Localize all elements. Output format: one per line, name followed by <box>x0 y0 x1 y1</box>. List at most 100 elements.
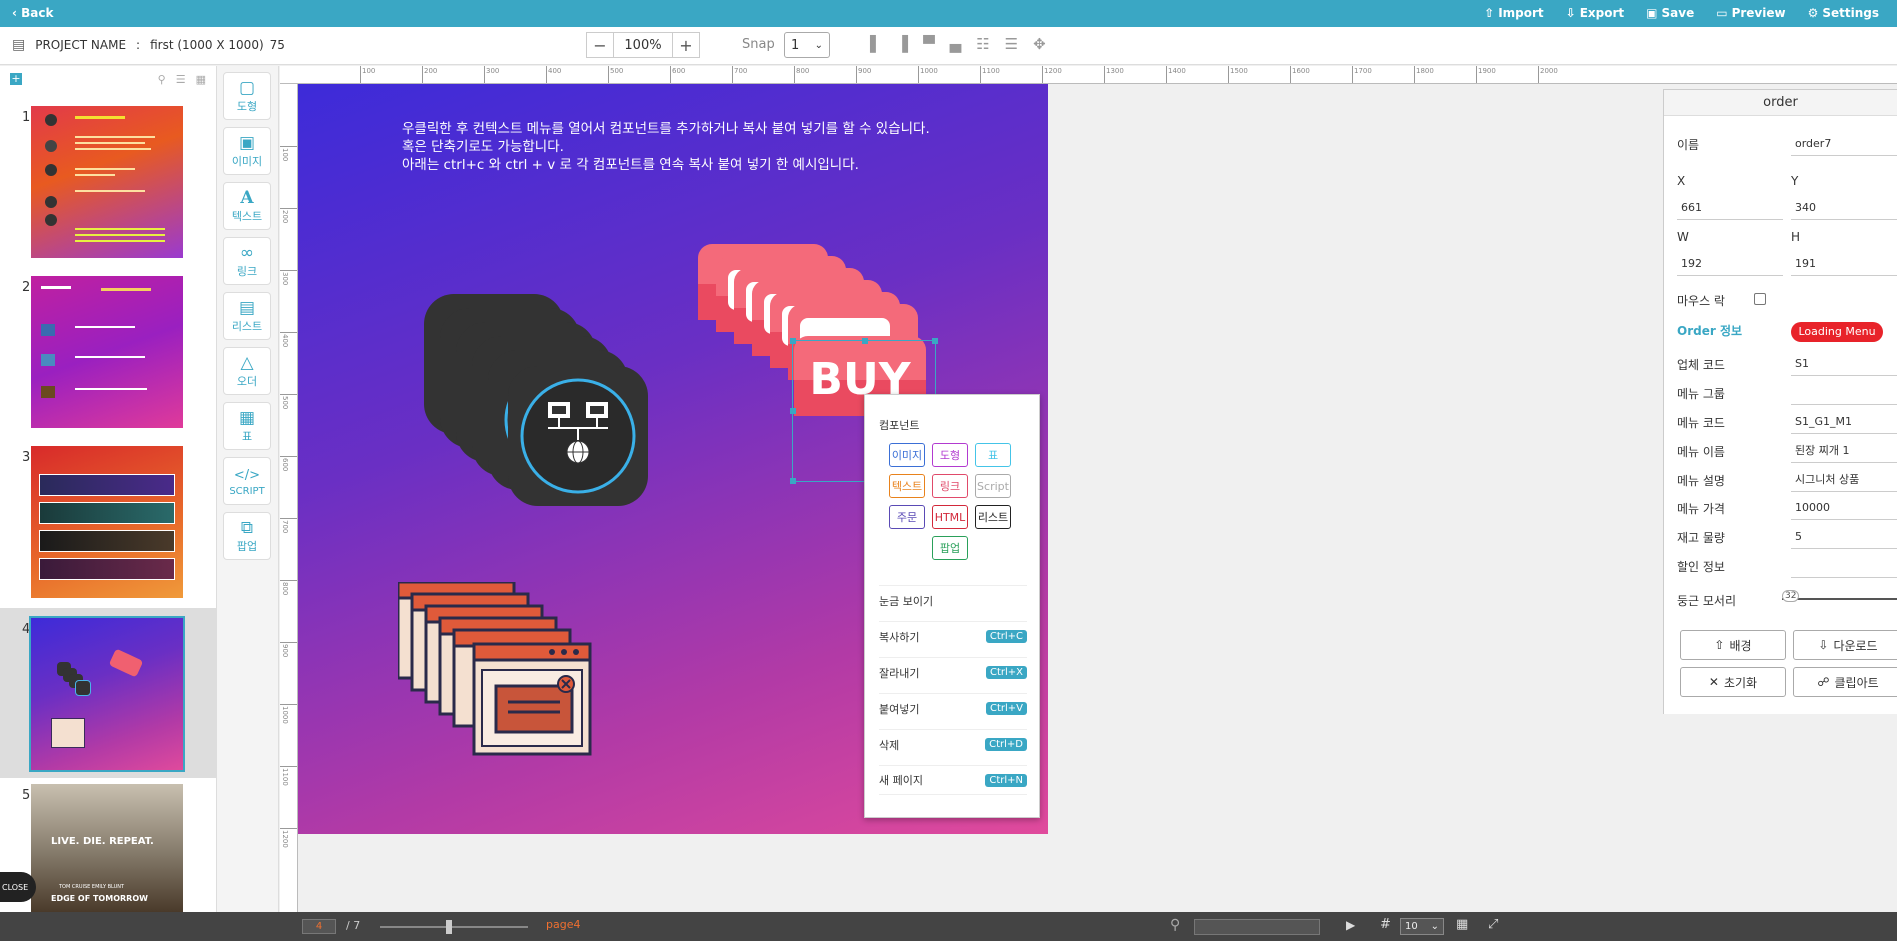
export-button[interactable]: ⇩ Export <box>1566 6 1625 20</box>
resize-handle[interactable] <box>790 408 796 414</box>
zoom-icon[interactable]: ⚲ <box>1170 917 1180 933</box>
resize-handle[interactable] <box>932 338 938 344</box>
page-slider-thumb[interactable] <box>446 920 452 934</box>
poster-actors: TOM CRUISE EMILY BLUNT <box>59 884 125 890</box>
link-icon: ∞ <box>239 243 255 263</box>
tool-link[interactable]: ∞ 링크 <box>223 237 271 285</box>
ctx-delete[interactable]: 삭제 Ctrl+D <box>879 729 1027 759</box>
ctx-add-html[interactable]: HTML <box>932 505 968 529</box>
tool-list[interactable]: ▤ 리스트 <box>223 292 271 340</box>
zoom-out-button[interactable]: − <box>587 33 613 57</box>
align-top-icon[interactable]: ▀ <box>923 35 935 53</box>
ctx-show-grid[interactable]: 눈금 보이기 <box>879 585 1027 615</box>
page-thumbnail[interactable] <box>31 446 183 598</box>
align-bottom-icon[interactable]: ▄ <box>950 35 962 53</box>
radius-slider-track[interactable] <box>1782 598 1897 600</box>
tool-shape[interactable]: ▢ 도형 <box>223 72 271 120</box>
download-button[interactable]: ⇩ 다운로드 <box>1793 630 1897 660</box>
ctx-add-link[interactable]: 링크 <box>932 474 968 498</box>
zoom-value[interactable]: 100% <box>613 33 673 57</box>
resize-handle[interactable] <box>862 338 868 344</box>
ctx-copy[interactable]: 복사하기 Ctrl+C <box>879 621 1027 651</box>
ctx-paste[interactable]: 붙여넣기 Ctrl+V <box>879 693 1027 723</box>
align-left-icon[interactable]: ▌ <box>870 35 882 53</box>
resize-handle[interactable] <box>790 478 796 484</box>
back-button[interactable]: ‹ Back <box>12 6 53 20</box>
menu-price-field[interactable]: 10000 <box>1791 496 1897 520</box>
page-slider-track[interactable] <box>380 926 528 928</box>
save-button[interactable]: ▣ Save <box>1646 6 1694 20</box>
bottom-search-input[interactable] <box>1194 919 1320 935</box>
list-view-icon[interactable]: ☰ <box>176 73 186 86</box>
loading-menu-button[interactable]: Loading Menu <box>1791 322 1883 342</box>
grid-hash-icon[interactable]: # <box>1380 917 1391 932</box>
w-field[interactable]: 192 <box>1677 252 1783 276</box>
network-icon-stack[interactable] <box>424 294 664 524</box>
distribute-horizontal-icon[interactable]: ☷ <box>976 35 989 53</box>
preview-button[interactable]: ▭ Preview <box>1716 6 1785 20</box>
canvas-text[interactable]: 우클릭한 후 컨텍스트 메뉴를 열어서 컴포넌트를 추가하거나 복사 붙여 넣기… <box>402 120 930 174</box>
ctx-add-order[interactable]: 주문 <box>889 505 925 529</box>
radius-slider-thumb[interactable]: 32 <box>1782 590 1800 602</box>
apps-grid-icon[interactable]: ▦ <box>1456 917 1468 932</box>
center-icon[interactable]: ✥ <box>1033 35 1046 53</box>
ctx-add-script[interactable]: Script <box>975 474 1011 498</box>
page-thumbnail[interactable] <box>31 106 183 258</box>
page-thumb-row[interactable]: 1 <box>0 106 217 276</box>
company-code-field[interactable]: S1 <box>1791 352 1897 376</box>
tool-order[interactable]: △ 오더 <box>223 347 271 395</box>
page-thumb-row-selected[interactable]: 4 <box>0 608 217 778</box>
ctx-add-shape[interactable]: 도형 <box>932 443 968 467</box>
menu-code-field[interactable]: S1_G1_M1 <box>1791 410 1897 434</box>
ctx-add-table[interactable]: 표 <box>975 443 1011 467</box>
ruler-label: 200 <box>281 210 289 224</box>
menu-name-field[interactable]: 된장 찌개 1 <box>1791 439 1897 463</box>
play-icon[interactable]: ▶ <box>1346 918 1355 932</box>
resize-handle[interactable] <box>790 338 796 344</box>
x-field[interactable]: 661 <box>1677 196 1783 220</box>
tool-script[interactable]: </> SCRIPT <box>223 457 271 505</box>
page-thumb-row[interactable]: 3 <box>0 446 217 616</box>
page-thumb-row[interactable]: 2 <box>0 276 217 446</box>
grid-size-select[interactable]: 10 ⌄ <box>1400 918 1444 935</box>
align-right-icon[interactable]: ▐ <box>897 35 909 53</box>
close-panel-button[interactable]: CLOSE <box>0 872 36 902</box>
add-page-button[interactable]: + <box>10 73 22 85</box>
grid-view-icon[interactable]: ▦ <box>196 73 206 86</box>
reset-button[interactable]: ✕ 초기화 <box>1680 667 1786 697</box>
browser-window-stack[interactable] <box>398 582 598 772</box>
settings-button[interactable]: ⚙ Settings <box>1808 6 1879 20</box>
menu-group-field[interactable] <box>1791 381 1897 405</box>
page-thumbnail[interactable] <box>31 276 183 428</box>
background-button[interactable]: ⇧ 배경 <box>1680 630 1786 660</box>
name-field[interactable]: order7 <box>1791 132 1897 156</box>
floppy-icon: ▣ <box>1646 6 1658 20</box>
snap-select[interactable]: 1 ⌄ <box>784 32 830 58</box>
ctx-add-list[interactable]: 리스트 <box>975 505 1011 529</box>
import-button[interactable]: ⇧ Import <box>1484 6 1544 20</box>
ctx-cut[interactable]: 잘라내기 Ctrl+X <box>879 657 1027 687</box>
tool-table[interactable]: ▦ 표 <box>223 402 271 450</box>
clipart-button[interactable]: ☍ 클립아트 <box>1793 667 1897 697</box>
zoom-in-button[interactable]: + <box>673 33 699 57</box>
ctx-add-text[interactable]: 텍스트 <box>889 474 925 498</box>
discount-field[interactable] <box>1791 554 1897 578</box>
page-thumbnail[interactable] <box>29 616 185 772</box>
menu-desc-field[interactable]: 시그니처 상품 <box>1791 468 1897 492</box>
fullscreen-icon[interactable]: ⤢ <box>1488 917 1498 932</box>
ctx-add-popup[interactable]: 팝업 <box>932 536 968 560</box>
distribute-vertical-icon[interactable]: ☰ <box>1005 35 1018 53</box>
search-icon[interactable]: ⚲ <box>158 73 166 86</box>
mouse-lock-checkbox[interactable] <box>1754 293 1766 305</box>
tool-text[interactable]: A 텍스트 <box>223 182 271 230</box>
y-field[interactable]: 340 <box>1791 196 1897 220</box>
page-number-input[interactable]: 4 <box>302 919 336 934</box>
tool-image[interactable]: ▣ 이미지 <box>223 127 271 175</box>
ctx-new-page[interactable]: 새 페이지 Ctrl+N <box>879 765 1027 795</box>
ctx-add-image[interactable]: 이미지 <box>889 443 925 467</box>
ruler-tick <box>608 66 609 83</box>
page-thumbnail[interactable]: LIVE. DIE. REPEAT. TOM CRUISE EMILY BLUN… <box>31 784 183 912</box>
stock-field[interactable]: 5 <box>1791 525 1897 549</box>
tool-popup[interactable]: ⧉ 팝업 <box>223 512 271 560</box>
h-field[interactable]: 191 <box>1791 252 1897 276</box>
